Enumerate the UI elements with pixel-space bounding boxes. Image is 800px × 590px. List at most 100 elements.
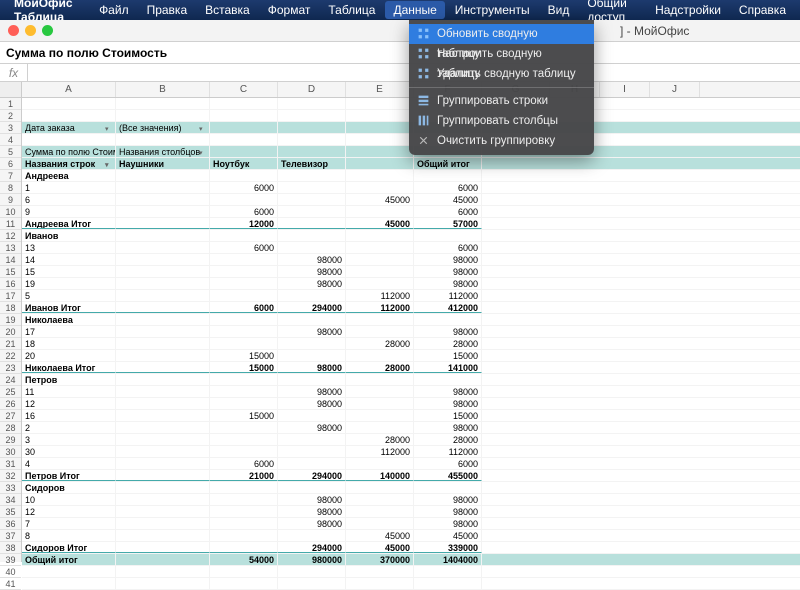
- cell[interactable]: [210, 422, 278, 433]
- cell[interactable]: [346, 122, 414, 133]
- cell[interactable]: 1: [22, 182, 116, 193]
- cell[interactable]: [210, 122, 278, 133]
- cell[interactable]: Андреева Итог: [22, 218, 116, 229]
- cell[interactable]: [278, 482, 346, 493]
- cell[interactable]: [116, 482, 210, 493]
- cell[interactable]: [116, 110, 210, 121]
- cell[interactable]: 112000: [414, 446, 482, 457]
- cell[interactable]: [346, 182, 414, 193]
- cell[interactable]: 98000: [414, 494, 482, 505]
- cell[interactable]: [346, 266, 414, 277]
- cell[interactable]: 98000: [278, 386, 346, 397]
- cell[interactable]: 6000: [210, 182, 278, 193]
- row-header-9[interactable]: 9: [0, 194, 21, 206]
- cell[interactable]: [278, 134, 346, 145]
- cell[interactable]: [116, 410, 210, 421]
- cell[interactable]: 112000: [346, 302, 414, 313]
- cell[interactable]: 112000: [346, 290, 414, 301]
- row-header-25[interactable]: 25: [0, 386, 21, 398]
- menu-group-item-2[interactable]: Очистить группировку: [409, 131, 594, 151]
- cell[interactable]: [210, 338, 278, 349]
- col-header-C[interactable]: C: [210, 82, 278, 97]
- col-header-B[interactable]: B: [116, 82, 210, 97]
- cell-name-display[interactable]: Сумма по полю Стоимость: [6, 46, 167, 60]
- cell[interactable]: [346, 134, 414, 145]
- cell[interactable]: 45000: [414, 194, 482, 205]
- row-header-18[interactable]: 18: [0, 302, 21, 314]
- cell[interactable]: [346, 146, 414, 157]
- cell[interactable]: [116, 98, 210, 109]
- row-header-14[interactable]: 14: [0, 254, 21, 266]
- cell[interactable]: [116, 194, 210, 205]
- row-header-41[interactable]: 41: [0, 578, 21, 590]
- cell[interactable]: [210, 578, 278, 589]
- cell[interactable]: 28000: [414, 434, 482, 445]
- cell[interactable]: [346, 506, 414, 517]
- cell[interactable]: [116, 230, 210, 241]
- row-header-37[interactable]: 37: [0, 530, 21, 542]
- cell[interactable]: 98000: [414, 326, 482, 337]
- cell[interactable]: Общий итог: [414, 158, 482, 169]
- cell[interactable]: 140000: [346, 470, 414, 481]
- cell[interactable]: [116, 254, 210, 265]
- cell[interactable]: 45000: [346, 542, 414, 553]
- cell[interactable]: [278, 458, 346, 469]
- menu-Данные[interactable]: Данные: [385, 1, 444, 19]
- row-header-2[interactable]: 2: [0, 110, 21, 122]
- cell[interactable]: [210, 146, 278, 157]
- cell[interactable]: 98000: [414, 398, 482, 409]
- cell[interactable]: [346, 494, 414, 505]
- cell[interactable]: Петров: [22, 374, 116, 385]
- cell[interactable]: 45000: [346, 218, 414, 229]
- cell[interactable]: [210, 374, 278, 385]
- cell[interactable]: [346, 578, 414, 589]
- row-header-11[interactable]: 11: [0, 218, 21, 230]
- zoom-button[interactable]: [42, 25, 53, 36]
- cell[interactable]: [346, 374, 414, 385]
- cell[interactable]: 98000: [414, 518, 482, 529]
- row-header-39[interactable]: 39: [0, 554, 21, 566]
- cell[interactable]: [346, 206, 414, 217]
- cell[interactable]: 15000: [414, 410, 482, 421]
- cell[interactable]: [346, 482, 414, 493]
- cell[interactable]: [278, 218, 346, 229]
- cell[interactable]: [210, 446, 278, 457]
- cell[interactable]: Ноутбук: [210, 158, 278, 169]
- cell[interactable]: [346, 110, 414, 121]
- menu-Вставка[interactable]: Вставка: [197, 1, 258, 19]
- cell[interactable]: 12: [22, 506, 116, 517]
- cell[interactable]: [22, 578, 116, 589]
- cell[interactable]: 6000: [414, 182, 482, 193]
- cell[interactable]: 19: [22, 278, 116, 289]
- cell[interactable]: 6: [22, 194, 116, 205]
- cell[interactable]: 98000: [414, 422, 482, 433]
- cell[interactable]: 98000: [278, 326, 346, 337]
- cell[interactable]: [210, 506, 278, 517]
- cell[interactable]: [116, 290, 210, 301]
- cell[interactable]: 6000: [414, 242, 482, 253]
- row-header-26[interactable]: 26: [0, 398, 21, 410]
- row-header-16[interactable]: 16: [0, 278, 21, 290]
- cell[interactable]: 6000: [414, 458, 482, 469]
- cell[interactable]: Дата заказа▾: [22, 122, 116, 133]
- cell[interactable]: Андреева: [22, 170, 116, 181]
- row-header-5[interactable]: 5: [0, 146, 21, 158]
- menu-item-2[interactable]: Удалить сводную таблицу: [409, 64, 594, 84]
- cell[interactable]: [278, 530, 346, 541]
- cell[interactable]: 14: [22, 254, 116, 265]
- cell[interactable]: [210, 494, 278, 505]
- cell[interactable]: [116, 542, 210, 553]
- row-header-17[interactable]: 17: [0, 290, 21, 302]
- cell[interactable]: 8: [22, 530, 116, 541]
- cell[interactable]: Общий итог: [22, 554, 116, 565]
- menu-Файл[interactable]: Файл: [91, 1, 137, 19]
- cell[interactable]: Иванов: [22, 230, 116, 241]
- close-button[interactable]: [8, 25, 19, 36]
- cell[interactable]: [116, 374, 210, 385]
- cell[interactable]: 15: [22, 266, 116, 277]
- cell[interactable]: [210, 110, 278, 121]
- cell[interactable]: Иванов Итог: [22, 302, 116, 313]
- cell[interactable]: 45000: [346, 194, 414, 205]
- cell[interactable]: 28000: [346, 362, 414, 373]
- cell[interactable]: [278, 578, 346, 589]
